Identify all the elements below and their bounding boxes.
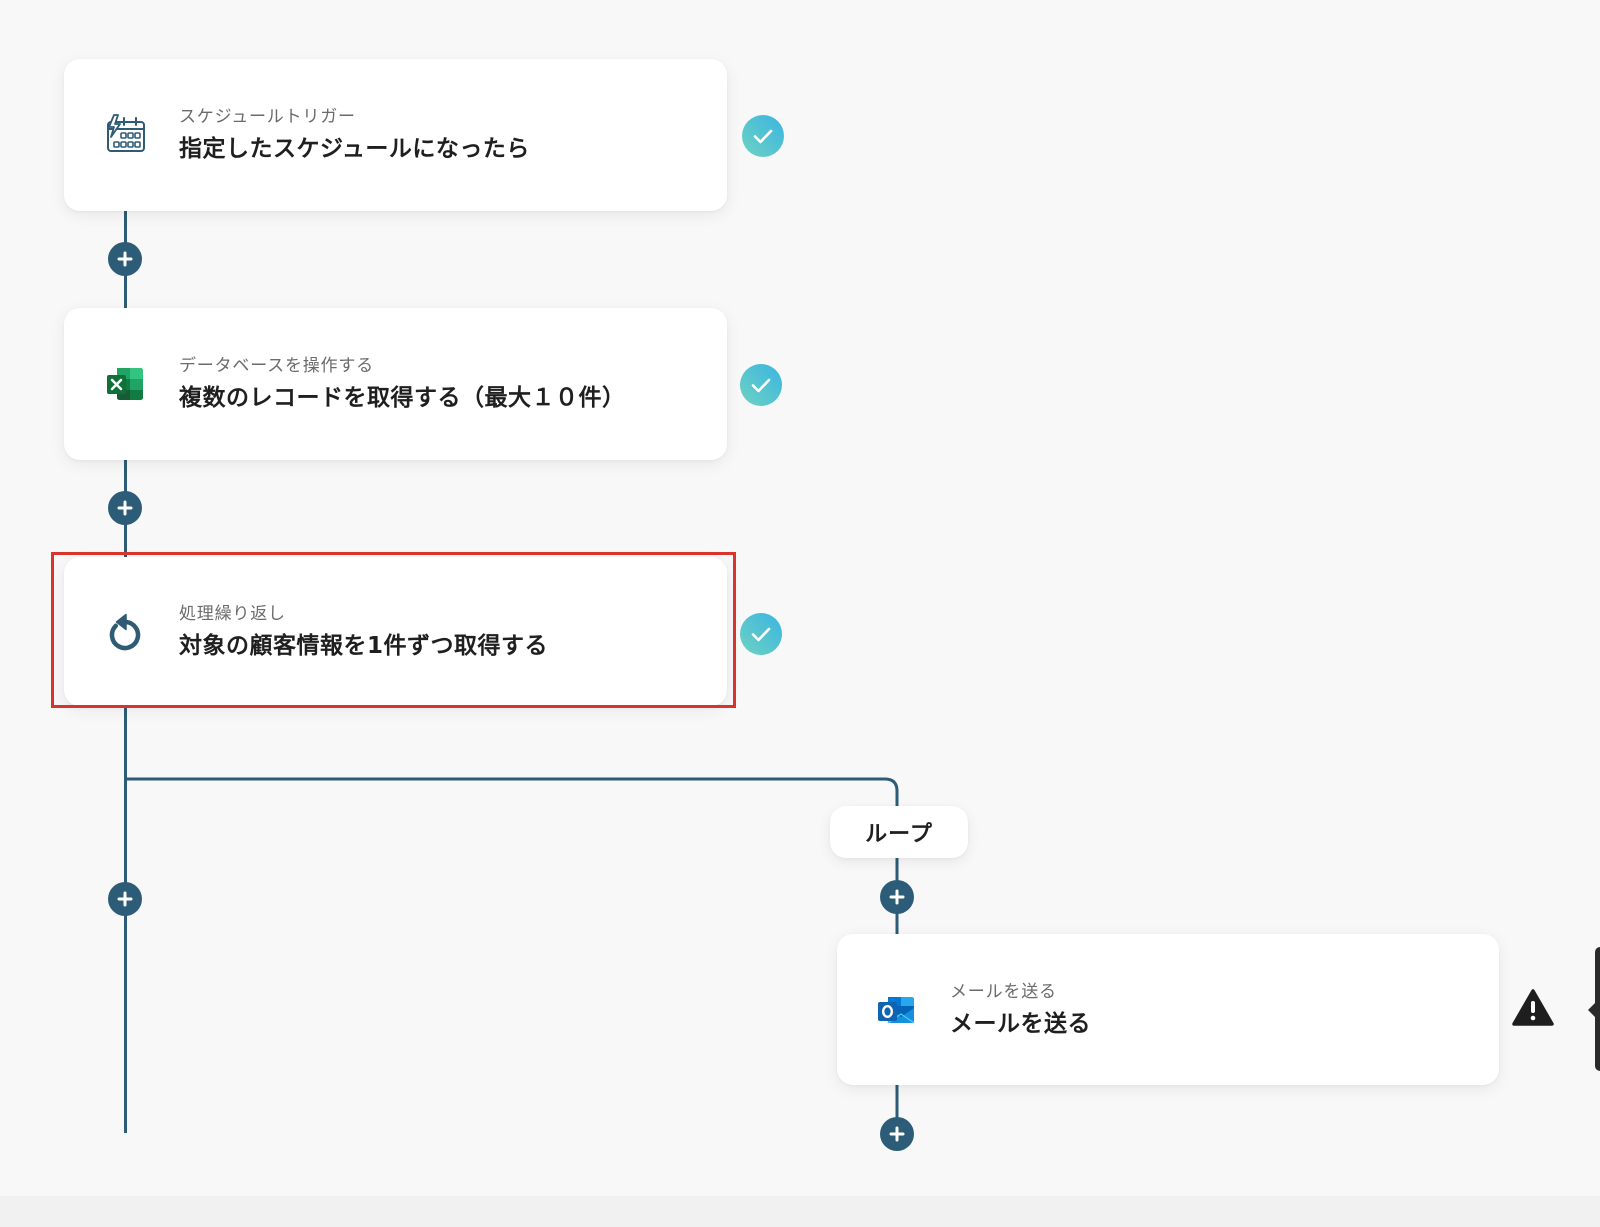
node-title: 複数のレコードを取得する（最大１０件） xyxy=(179,385,626,411)
warning-triangle-icon xyxy=(1512,988,1554,1027)
panel-pointer-icon xyxy=(1588,1002,1596,1018)
plus-icon xyxy=(880,880,914,914)
add-step-button[interactable] xyxy=(108,242,142,276)
outlook-icon xyxy=(874,988,918,1032)
node-type-label: スケジュールトリガー xyxy=(179,107,356,127)
node-text: データベースを操作する 複数のレコードを取得する（最大１０件） xyxy=(179,355,626,413)
check-circle-icon xyxy=(740,364,782,406)
add-step-in-loop-button[interactable] xyxy=(880,1117,914,1151)
side-panel-toggle[interactable] xyxy=(1588,947,1600,1071)
check-circle-icon xyxy=(742,115,784,157)
schedule-calendar-icon xyxy=(103,113,147,157)
node-title: 指定したスケジュールになったら xyxy=(179,136,530,162)
excel-icon xyxy=(103,362,147,406)
flow-canvas: スケジュールトリガー 指定したスケジュールになったら データベースを操作する 複… xyxy=(0,0,1600,1227)
node-title: 対象の顧客情報を1件ずつ取得する xyxy=(179,632,549,659)
plus-icon xyxy=(108,242,142,276)
loop-icon xyxy=(103,610,147,654)
loop-branch-line xyxy=(125,777,899,1134)
loop-branch-label: ループ xyxy=(830,806,968,858)
add-step-in-loop-button[interactable] xyxy=(880,880,914,914)
flow-node-database-operation[interactable]: データベースを操作する 複数のレコードを取得する（最大１０件） xyxy=(64,308,727,460)
plus-icon xyxy=(108,491,142,525)
node-text: 処理繰り返し 対象の顧客情報を1件ずつ取得する xyxy=(179,603,548,661)
flow-node-loop[interactable]: 処理繰り返し 対象の顧客情報を1件ずつ取得する xyxy=(64,557,727,706)
plus-icon xyxy=(108,882,142,916)
node-type-label: メールを送る xyxy=(950,981,1057,1002)
flow-node-send-email[interactable]: メールを送る メールを送る xyxy=(837,934,1499,1085)
node-text: スケジュールトリガー 指定したスケジュールになったら xyxy=(179,106,530,164)
plus-icon xyxy=(880,1117,914,1151)
add-step-button[interactable] xyxy=(108,882,142,916)
check-circle-icon xyxy=(740,613,782,655)
node-type-label: 処理繰り返し xyxy=(179,603,286,624)
flow-node-schedule-trigger[interactable]: スケジュールトリガー 指定したスケジュールになったら xyxy=(64,59,727,211)
node-title: メールを送る xyxy=(950,1010,1091,1037)
node-text: メールを送る メールを送る xyxy=(950,981,1091,1039)
add-step-button[interactable] xyxy=(108,491,142,525)
node-type-label: データベースを操作する xyxy=(179,356,374,376)
